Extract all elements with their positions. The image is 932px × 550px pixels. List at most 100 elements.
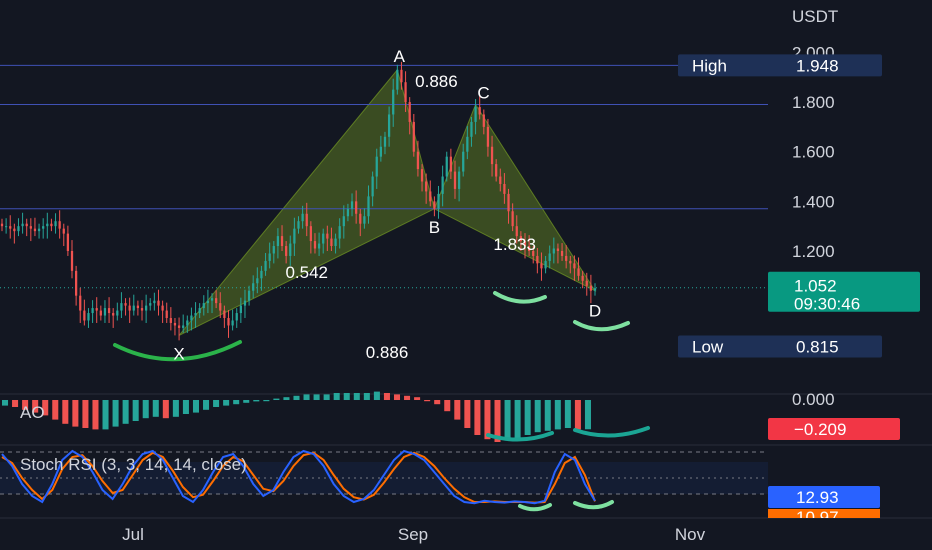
ao-bar [243,400,250,403]
candle-body [350,201,354,209]
candle-body [367,196,370,217]
ao-bar [444,400,451,412]
ao-bar [82,400,89,428]
ao-bar [474,400,481,435]
price-tick-label: 1.600 [792,143,835,162]
ao-bar [584,400,591,430]
ao-bar [303,394,310,400]
ao-bar [383,393,390,400]
candle-body [355,201,358,214]
candle-body [466,136,469,152]
candle-body [91,308,94,314]
candle-body [585,280,588,286]
arc-b-low [493,291,547,304]
candle-body [223,310,226,319]
candle-body [363,216,366,224]
candle-body [194,313,197,316]
candle-body [120,303,123,311]
ao-bar [524,400,531,435]
candle-body [177,325,181,328]
candle-body [536,255,539,264]
candle-body [66,233,70,251]
candle-body [165,310,168,319]
candle-body [457,171,461,189]
ao-bar [152,400,159,417]
candle-body [334,238,337,247]
candle-body [285,246,288,256]
low-value: 0.815 [796,338,839,357]
ao-bar [213,400,220,407]
time-tick-label: Jul [122,525,144,544]
candle-body [544,260,547,269]
candle-body [470,121,473,137]
ao-bar [323,394,330,400]
candle-countdown: 09:30:46 [794,295,860,314]
pattern-point-b: B [429,218,440,237]
candle-body [379,146,382,157]
candle-body [293,228,296,244]
ao-bar [142,400,149,419]
price-tick-label: 1.800 [792,93,835,112]
ao-bar [162,400,169,419]
candle-body [46,223,49,227]
candle-body [478,107,481,115]
ao-bar [564,400,571,428]
candle-body [0,223,4,227]
candle-body [4,226,8,228]
ratio-label-bd: 1.833 [493,235,536,254]
candle-body [338,226,341,239]
candle-body [556,248,560,251]
candle-body [400,69,403,83]
candle-body [70,250,74,271]
candle-body [503,183,506,194]
candle-body [507,193,510,212]
candle-body [548,253,551,261]
ao-title[interactable]: AO [20,403,45,422]
candle-body [198,308,201,314]
candle-body [589,285,593,291]
candle-body [182,325,185,328]
candle-body [37,228,41,232]
candle-body [276,236,280,247]
price-tick-label: 1.400 [792,192,835,211]
candle-body [157,300,160,306]
candle-body [330,238,333,247]
candle-body [186,320,189,326]
candle-body [540,263,543,269]
candle-body [371,176,374,197]
candle-body [268,253,271,261]
candle-body [490,146,494,165]
ao-bar [373,391,380,400]
time-tick-label: Nov [675,525,706,544]
ao-bar [62,400,69,424]
ao-bar [263,400,270,402]
candle-body [132,305,135,311]
chart-canvas[interactable]: X A B C D 0.542 0.886 1.833 0.886 AO Sto… [0,0,932,550]
candle-body [486,126,490,147]
ao-bar [233,400,240,405]
candle-body [235,313,238,321]
candle-body [375,156,378,177]
ratio-label-xd: 0.886 [366,343,409,362]
stoch-rsi-title[interactable]: Stoch RSI (3, 3, 14, 14, close) [20,455,247,474]
ao-bar [2,400,9,406]
candle-body [346,208,350,217]
candle-body [99,310,102,316]
candle-body [383,136,387,147]
candle-body [305,213,308,227]
candle-body [103,308,107,316]
candle-body [429,191,432,202]
candle-body [13,228,16,232]
candle-body [569,260,572,264]
candle-body [396,69,399,90]
ao-bar [223,400,230,406]
candle-body [560,250,564,256]
ao-bar [554,400,561,430]
candle-body [264,260,267,271]
candle-body [433,201,436,209]
arc-stoch-2 [573,500,614,510]
candle-body [309,226,312,242]
ao-bar [182,400,189,414]
ao-bar [464,400,471,428]
candle-body [83,310,86,321]
